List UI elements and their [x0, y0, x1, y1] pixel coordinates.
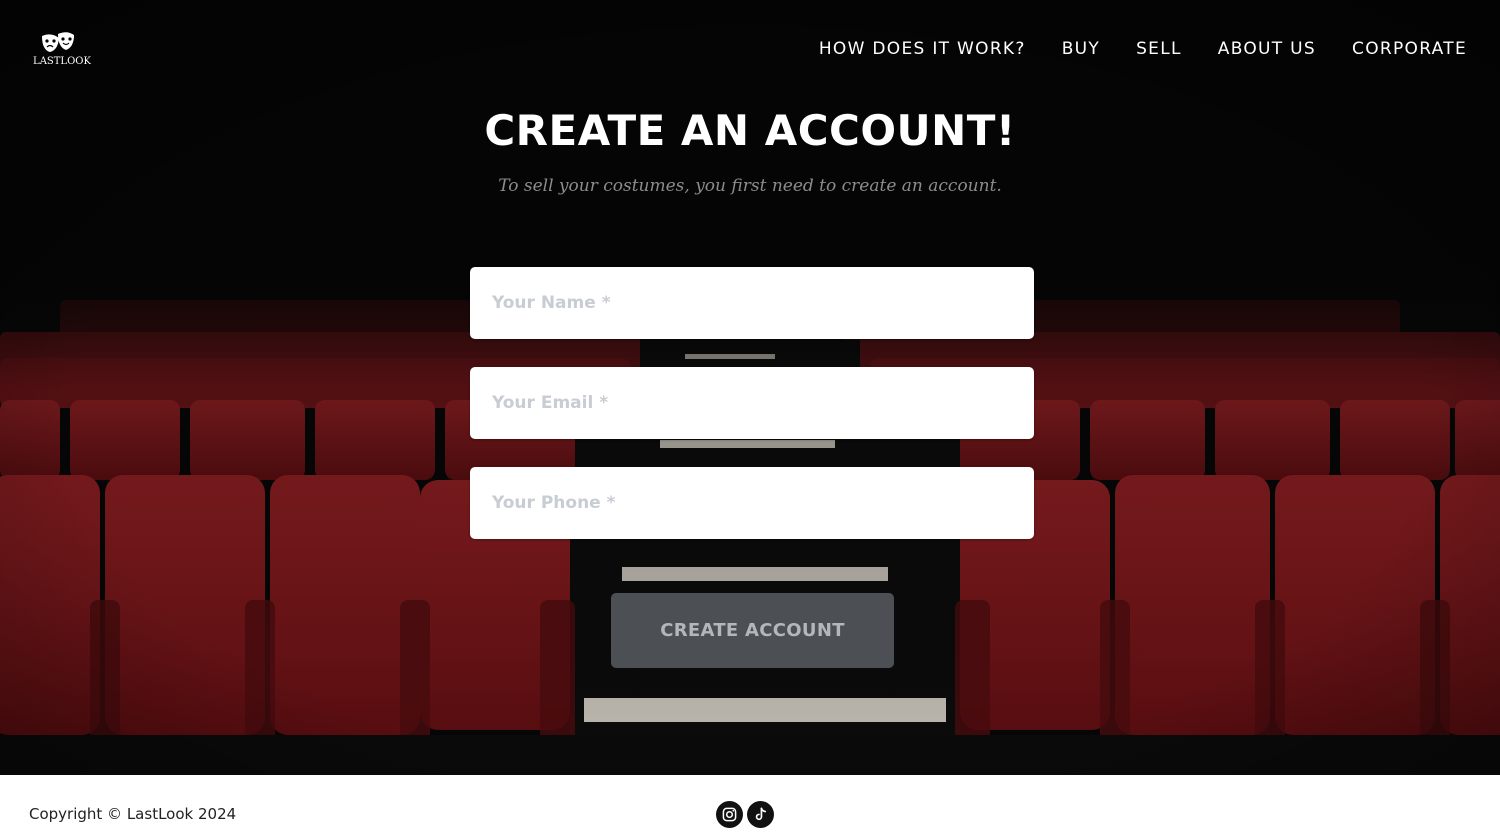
logo-text: LASTLOOK [33, 56, 91, 67]
phone-field[interactable] [470, 467, 1034, 539]
nav-corporate[interactable]: CORPORATE [1352, 38, 1467, 60]
nav-how-it-works[interactable]: HOW DOES IT WORK? [819, 38, 1026, 60]
footer: Copyright © LastLook 2024 [0, 775, 1500, 839]
main-nav: HOW DOES IT WORK? BUY SELL ABOUT US CORP… [819, 38, 1467, 60]
nav-sell[interactable]: SELL [1136, 38, 1182, 60]
tiktok-icon[interactable] [747, 801, 774, 828]
nav-about-us[interactable]: ABOUT US [1218, 38, 1316, 60]
copyright-text: Copyright © LastLook 2024 [29, 805, 237, 823]
name-field[interactable] [470, 267, 1034, 339]
create-account-button[interactable]: CREATE ACCOUNT [611, 593, 894, 668]
lastlook-logo[interactable]: LASTLOOK [28, 30, 96, 70]
hero-section: LASTLOOK HOW DOES IT WORK? BUY SELL ABOU… [0, 0, 1500, 775]
instagram-icon[interactable] [716, 801, 743, 828]
page-subtitle: To sell your costumes, you first need to… [498, 176, 1002, 196]
email-field[interactable] [470, 367, 1034, 439]
social-links [716, 801, 774, 828]
page-title: CREATE AN ACCOUNT! [484, 106, 1016, 155]
nav-buy[interactable]: BUY [1062, 38, 1100, 60]
